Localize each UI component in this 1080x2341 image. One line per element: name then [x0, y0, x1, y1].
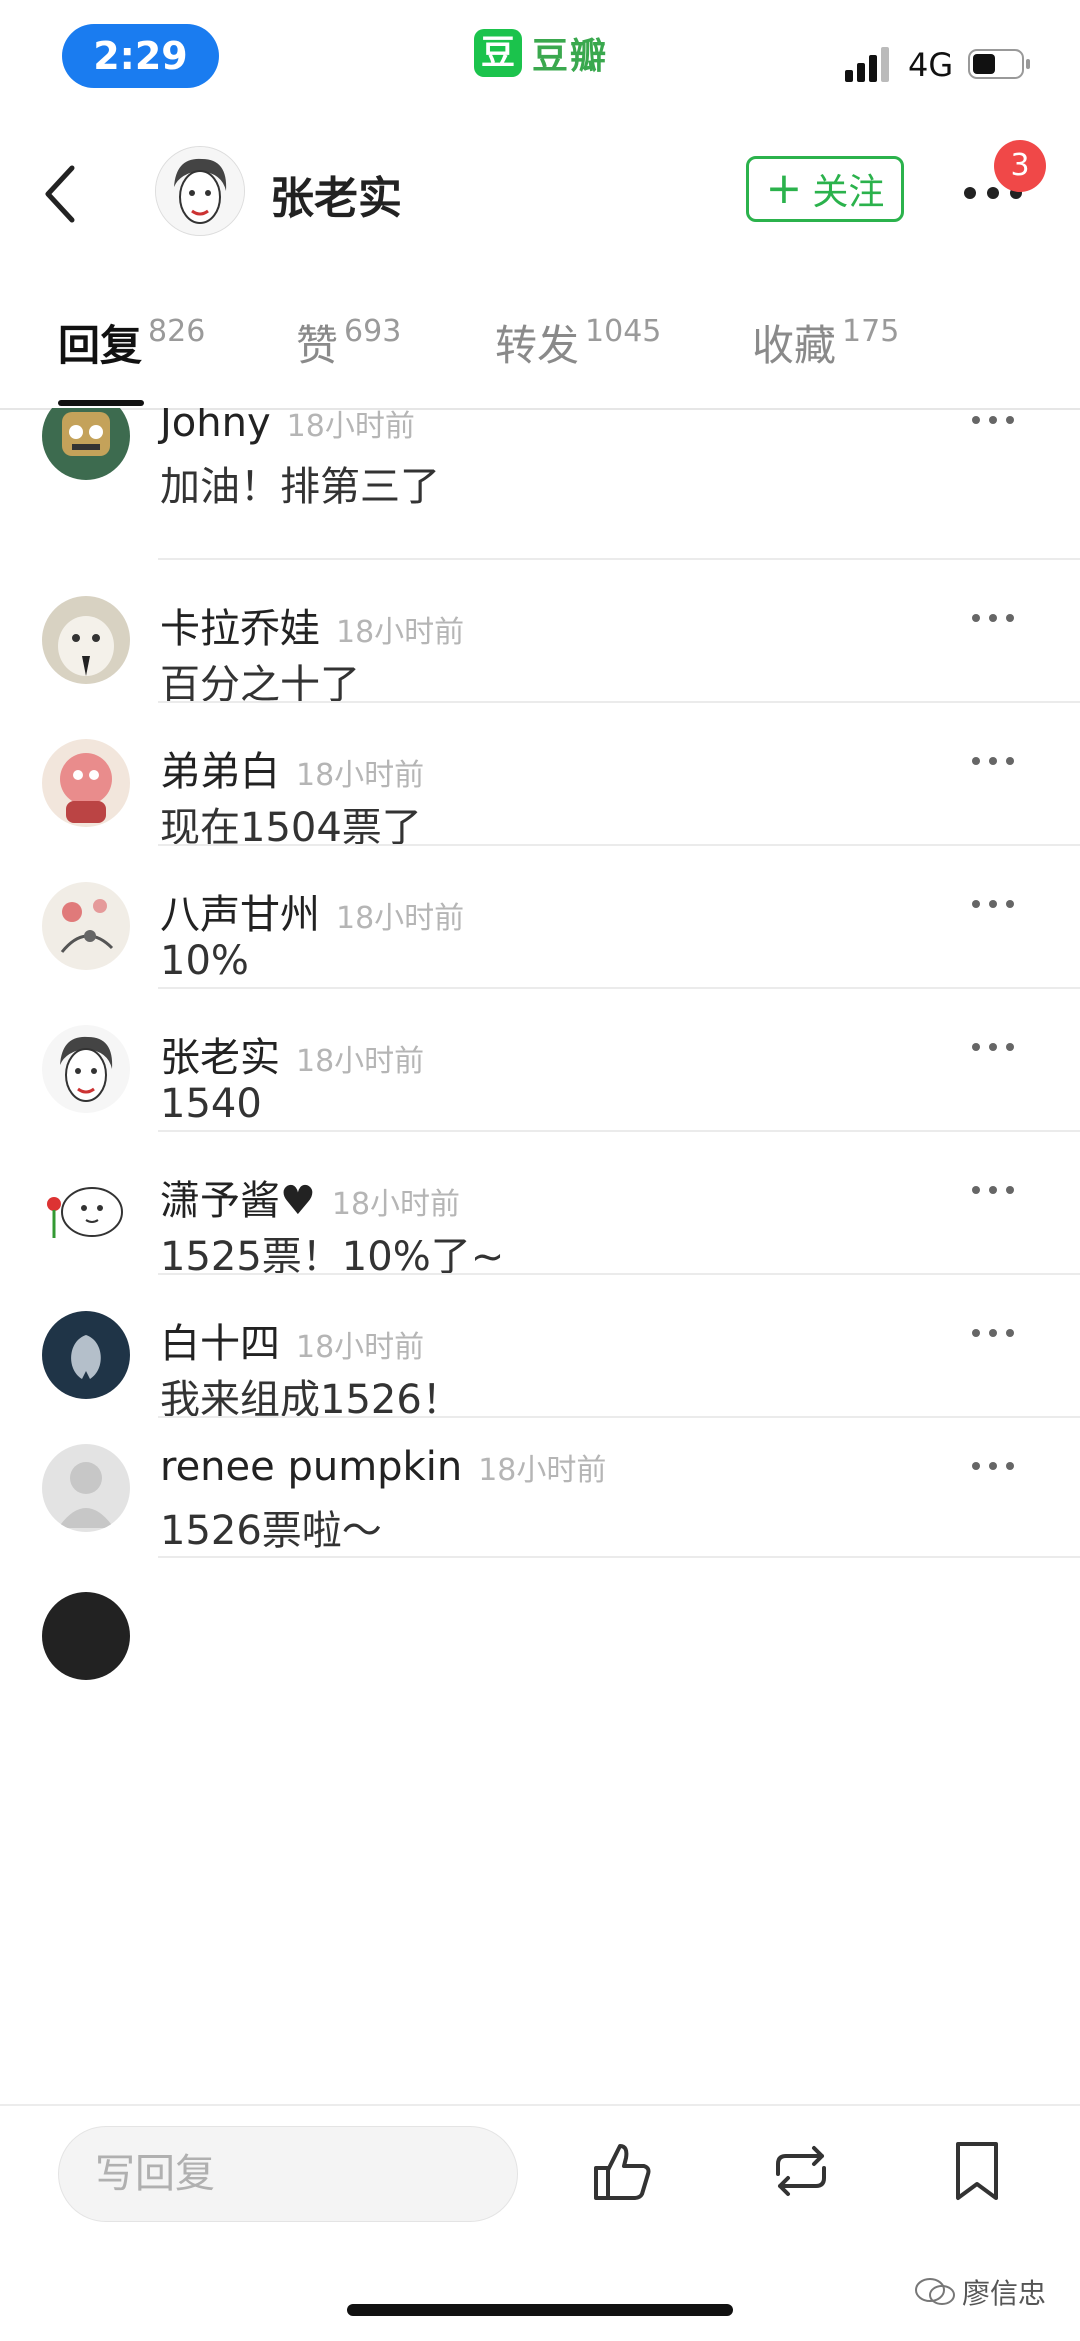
comment-item: renee pumpkin 18小时前 1526票啦～	[0, 1418, 1080, 1558]
comment-more-icon[interactable]	[970, 898, 1016, 910]
profile-name: 张老实	[270, 173, 402, 224]
status-bar: 2:29 豆 豆瓣 4G	[0, 0, 1080, 120]
app-name: 豆瓣	[532, 36, 609, 77]
watermark-text: 廖信忠	[962, 2277, 1047, 2310]
comment-item: 八声甘州 18小时前 10%	[0, 846, 1080, 989]
commenter-name[interactable]: Johny	[160, 408, 271, 446]
follow-button[interactable]: + 关注	[746, 156, 904, 222]
profile-header: 张老实 + 关注 3	[0, 130, 1080, 260]
plus-icon: +	[765, 163, 803, 214]
follow-label: 关注	[812, 172, 885, 213]
commenter-name-row: 潇予酱♥ 18小时前	[160, 1168, 460, 1226]
comment-time: 18小时前	[336, 615, 465, 650]
commenter-name[interactable]: 卡拉乔娃	[160, 606, 320, 652]
commenter-avatar[interactable]	[42, 1444, 130, 1532]
tab-label: 收藏	[752, 321, 837, 370]
comment-text: 10%	[160, 938, 249, 984]
comment-item: 卡拉乔娃 18小时前 百分之十了	[0, 560, 1080, 708]
tab-count: 1045	[585, 314, 662, 349]
comment-time: 18小时前	[286, 409, 415, 444]
comment-time: 18小时前	[296, 758, 425, 793]
signal-icon	[845, 47, 889, 82]
user-avatar[interactable]	[155, 146, 245, 236]
comment-item: Johny 18小时前 加油！排第三了	[0, 408, 1080, 560]
comment-time: 18小时前	[296, 1044, 425, 1079]
comment-more-icon[interactable]	[970, 612, 1016, 624]
thumbs-up-icon[interactable]	[586, 2136, 656, 2206]
comment-time: 18小时前	[478, 1453, 607, 1488]
comment-text: 1540	[160, 1081, 262, 1127]
comment-more-icon[interactable]	[970, 1327, 1016, 1339]
tab-count: 693	[344, 314, 402, 349]
notification-badge: 3	[994, 140, 1046, 192]
comment-item: 潇予酱♥ 18小时前 1525票！10%了~	[0, 1132, 1080, 1280]
commenter-name[interactable]: 张老实	[160, 1035, 280, 1081]
commenter-name[interactable]: 白十四	[160, 1321, 280, 1367]
comment-more-icon[interactable]	[970, 1184, 1016, 1196]
bookmark-icon[interactable]	[942, 2136, 1012, 2206]
commenter-name-row: 张老实 18小时前	[160, 1025, 424, 1083]
comment-text: 1526票啦～	[160, 1508, 382, 1554]
watermark: 廖信忠	[914, 2272, 1046, 2312]
tab-likes[interactable]: 赞 693	[296, 312, 401, 373]
commenter-name-row: 卡拉乔娃 18小时前	[160, 596, 464, 654]
tab-label: 回复	[58, 321, 143, 370]
comment-more-icon[interactable]	[970, 414, 1016, 426]
commenter-name-row: renee pumpkin 18小时前	[160, 1444, 606, 1490]
comment-more-icon[interactable]	[970, 1041, 1016, 1053]
network-label: 4G	[908, 46, 954, 84]
battery-icon	[968, 49, 1030, 79]
comment-time: 18小时前	[336, 901, 465, 936]
commenter-name-row: 白十四 18小时前	[160, 1311, 424, 1369]
commenter-avatar[interactable]	[42, 1168, 130, 1256]
comment-item: 弟弟白 18小时前 现在1504票了	[0, 703, 1080, 851]
comment-text: 加油！排第三了	[160, 464, 440, 510]
back-arrow-icon[interactable]	[38, 154, 88, 234]
douban-logo-icon: 豆	[474, 29, 522, 77]
commenter-name[interactable]: 八声甘州	[160, 892, 320, 938]
tab-collections[interactable]: 收藏 175	[752, 312, 899, 373]
commenter-avatar[interactable]	[42, 596, 130, 684]
commenter-avatar[interactable]	[42, 1311, 130, 1399]
comment-list[interactable]: Johny 18小时前 加油！排第三了 卡拉乔娃 18小时前 百分之十了 弟弟白 18…	[0, 408, 1080, 2104]
comment-time: 18小时前	[296, 1330, 425, 1365]
commenter-avatar[interactable]	[42, 408, 130, 480]
tab-label: 转发	[495, 321, 580, 370]
tab-label: 赞	[296, 321, 339, 370]
reshare-icon[interactable]	[766, 2136, 836, 2206]
commenter-avatar[interactable]	[42, 1025, 130, 1113]
comment-time: 18小时前	[331, 1187, 461, 1222]
commenter-name[interactable]: 弟弟白	[160, 749, 280, 795]
reply-input[interactable]: 写回复	[58, 2126, 518, 2222]
commenter-name[interactable]: 潇予酱♥	[160, 1178, 316, 1224]
active-tab-indicator	[58, 400, 144, 406]
tab-count: 175	[842, 314, 900, 349]
tab-replies[interactable]: 回复 826	[58, 312, 205, 373]
status-time[interactable]: 2:29	[62, 24, 219, 88]
commenter-name[interactable]: renee pumpkin	[160, 1444, 462, 1490]
comment-more-icon[interactable]	[970, 1460, 1016, 1472]
commenter-name-row: 八声甘州 18小时前	[160, 882, 464, 940]
commenter-avatar[interactable]	[42, 882, 130, 970]
home-indicator[interactable]	[347, 2304, 733, 2316]
comment-more-icon[interactable]	[970, 755, 1016, 767]
tab-bar: 回复 826 赞 693 转发 1045 收藏 175	[0, 300, 1080, 410]
comment-item	[0, 1558, 1080, 1680]
commenter-avatar[interactable]	[42, 1592, 130, 1680]
commenter-name-row: Johny 18小时前	[160, 408, 415, 446]
comment-item: 白十四 18小时前 我来组成1526！	[0, 1275, 1080, 1423]
commenter-name-row: 弟弟白 18小时前	[160, 739, 424, 797]
wechat-icon	[915, 2278, 955, 2305]
commenter-avatar[interactable]	[42, 739, 130, 827]
comment-item: 张老实 18小时前 1540	[0, 989, 1080, 1132]
app-badge: 豆 豆瓣	[474, 28, 608, 78]
tab-count: 826	[148, 314, 206, 349]
tab-reshares[interactable]: 转发 1045	[495, 312, 661, 373]
